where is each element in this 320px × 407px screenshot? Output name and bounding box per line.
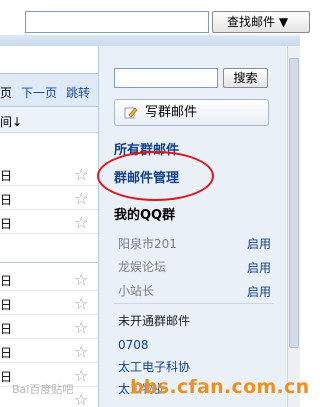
row-date: 日 xyxy=(0,298,13,312)
baidu-watermark: Bai百度贴吧 xyxy=(12,383,74,396)
group-item[interactable]: 0708 xyxy=(118,338,149,352)
row-date: 日 xyxy=(0,346,13,360)
qq-group-name: 阳泉市201 xyxy=(118,237,177,251)
star-icon[interactable]: ☆ xyxy=(74,167,88,183)
pager-jump-link[interactable]: 跳转 xyxy=(66,84,90,101)
qq-group-name: 小站长 xyxy=(118,284,155,298)
group-item[interactable]: 太工电子科协 xyxy=(118,358,190,375)
scrollbar-thumb[interactable] xyxy=(289,58,299,348)
star-icon[interactable]: ☆ xyxy=(74,296,88,312)
sort-by-time-header[interactable]: 间↓ xyxy=(0,113,22,130)
star-icon[interactable]: ☆ xyxy=(74,272,88,288)
star-icon[interactable]: ☆ xyxy=(74,191,88,207)
my-qq-groups-heading: 我的QQ群 xyxy=(114,208,176,223)
enable-group-link[interactable]: 启用 xyxy=(247,283,271,300)
group-search-button[interactable]: 搜索 xyxy=(223,68,268,88)
row-date: 日 xyxy=(0,322,13,336)
star-icon[interactable]: ☆ xyxy=(74,215,88,231)
row-date: 日 xyxy=(0,217,13,231)
pencil-icon xyxy=(124,107,138,119)
enable-group-link[interactable]: 启用 xyxy=(247,235,271,252)
group-divider xyxy=(0,262,98,263)
red-highlight-ellipse xyxy=(97,151,214,201)
star-icon[interactable]: ☆ xyxy=(74,368,88,384)
pager-prev-link[interactable]: 页 xyxy=(0,84,12,101)
mail-search-input[interactable] xyxy=(25,11,209,33)
row-date: 日 xyxy=(0,193,13,207)
star-icon[interactable]: ☆ xyxy=(74,392,88,407)
find-mail-button[interactable]: 查找邮件 ▼ xyxy=(212,11,310,33)
star-icon[interactable]: ☆ xyxy=(74,344,88,360)
star-icon[interactable]: ☆ xyxy=(74,320,88,336)
toolbar-strip xyxy=(0,35,300,46)
unopened-group-mail-label: 未开通群邮件 xyxy=(118,314,191,328)
enable-group-link[interactable]: 启用 xyxy=(247,259,271,276)
qq-group-name: 龙娱论坛 xyxy=(118,260,167,274)
pager-next-link[interactable]: 下一页 xyxy=(21,84,57,101)
sidebar-divider xyxy=(114,303,274,304)
row-date: 日 xyxy=(0,169,13,183)
row-date: 日 xyxy=(0,274,13,288)
group-search-input[interactable] xyxy=(114,68,218,88)
row-date: 日 xyxy=(0,370,13,384)
site-watermark: bbs.cfan.com.cn xyxy=(130,376,310,398)
